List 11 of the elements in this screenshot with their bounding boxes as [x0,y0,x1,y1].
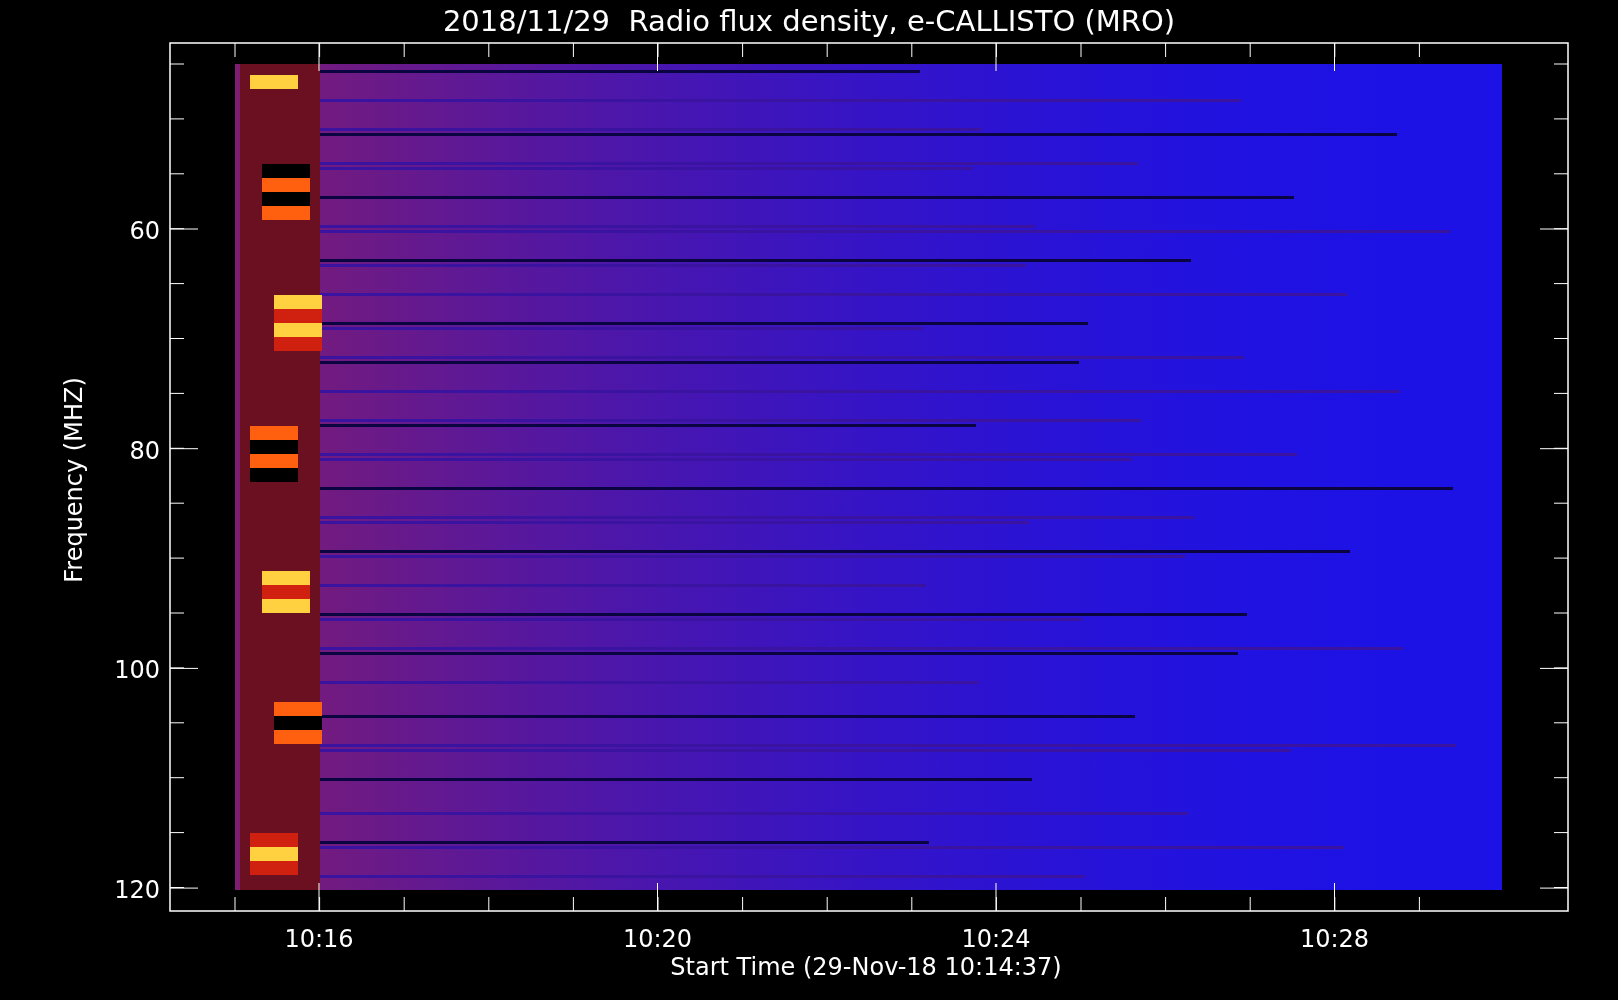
y-axis-label: Frequency (MHZ) [60,377,88,583]
y-tick-label: 120 [114,876,160,905]
y-tick-label: 60 [129,217,160,245]
x-tick-label: 10:24 [961,925,1031,953]
x-tick-label: 10:28 [1299,925,1370,953]
chart-title: 2018/11/29 Radio flux density, e-CALLISTO (MRO) [442,4,1176,38]
x-tick-label: 10:16 [284,925,354,953]
y-tick-label: 100 [114,656,160,685]
x-tick-label: 10:20 [622,925,693,953]
x-axis-label: Start Time (29-Nov-18 10:14:37) [670,953,1062,981]
y-tick-label: 80 [129,436,160,465]
